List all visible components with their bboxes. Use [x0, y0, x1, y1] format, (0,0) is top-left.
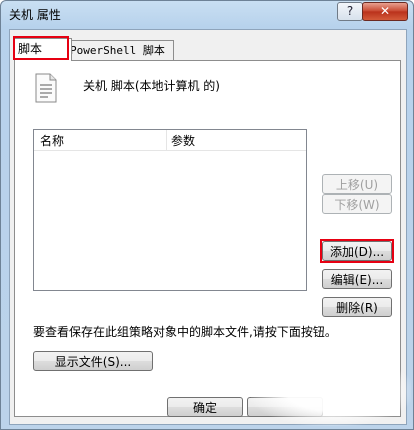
title-bar[interactable]: 关机 属性 ? ✕ — [1, 1, 413, 29]
column-separator[interactable] — [166, 130, 167, 150]
delete-button[interactable]: 删除(R) — [322, 297, 392, 317]
window-title: 关机 属性 — [9, 8, 61, 22]
scripts-heading: 关机 脚本(本地计算机 的) — [83, 79, 220, 93]
show-files-hint: 要查看保存在此组策略对象中的脚本文件,请按下面按钮。 — [33, 325, 337, 339]
move-up-button[interactable]: 上移(U) — [322, 174, 392, 194]
list-header: 名称 参数 — [34, 130, 306, 151]
document-script-icon — [35, 73, 57, 103]
move-down-button[interactable]: 下移(W) — [322, 194, 392, 214]
column-header-name[interactable]: 名称 — [40, 132, 64, 149]
close-button[interactable]: ✕ — [362, 2, 408, 21]
image-smudge — [251, 356, 411, 426]
column-header-parameters[interactable]: 参数 — [171, 132, 195, 149]
show-files-button[interactable]: 显示文件(S)... — [33, 351, 153, 371]
add-button-highlight-box — [320, 239, 394, 263]
ok-button[interactable]: 确定 — [167, 397, 243, 417]
tab-powershell-scripts[interactable]: PowerShell 脚本 — [66, 40, 174, 61]
help-button[interactable]: ? — [337, 2, 363, 21]
scripts-list[interactable]: 名称 参数 — [33, 129, 307, 291]
edit-button[interactable]: 编辑(E)... — [322, 269, 392, 289]
tab-highlight-box — [13, 36, 69, 60]
dialog-window: 关机 属性 ? ✕ PowerShell 脚本 脚本 关机 脚本(本地计算机 的… — [0, 0, 414, 430]
